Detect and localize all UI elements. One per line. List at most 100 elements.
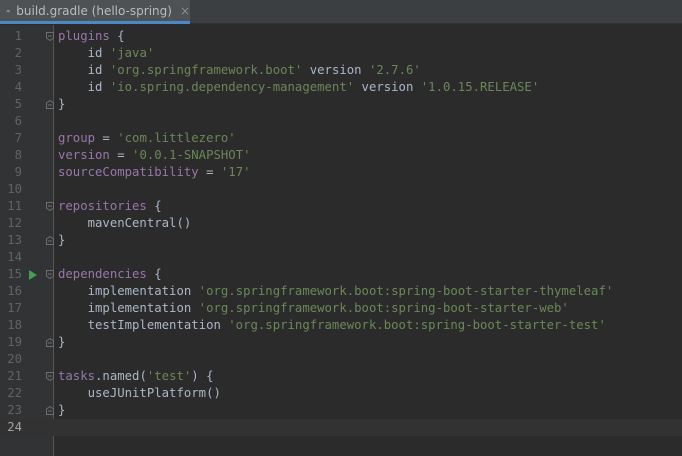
code-text: id 'io.spring.dependency-management' ver…	[58, 79, 540, 96]
code-line[interactable]: 7 group = 'com.littlezero'	[0, 130, 682, 147]
editor-tab-bar: build.gradle (hello-spring) ×	[0, 0, 682, 24]
line-number: 10	[7, 182, 22, 196]
code-line[interactable]: 4 id 'io.spring.dependency-management' v…	[0, 79, 682, 96]
line-number: 22	[7, 386, 22, 400]
line-number: 8	[14, 148, 22, 162]
code-token: =	[109, 148, 133, 162]
code-text: id 'java'	[58, 45, 155, 62]
identifier: plugins	[58, 29, 110, 43]
string-literal: 'test'	[146, 369, 192, 383]
code-token: =	[95, 131, 118, 145]
line-number: 12	[7, 216, 22, 230]
code-line[interactable]: 13}	[0, 232, 682, 249]
code-token: implementation	[58, 301, 199, 315]
code-text: }	[58, 96, 65, 113]
code-token: }	[58, 335, 66, 349]
code-text: implementation 'org.springframework.boot…	[58, 283, 614, 300]
code-token: implementation	[58, 284, 199, 298]
code-line[interactable]: 1 plugins {	[0, 28, 682, 45]
line-number: 6	[14, 114, 22, 128]
code-line[interactable]: 24	[0, 419, 682, 436]
line-number: 14	[7, 250, 22, 264]
line-number: 21	[7, 369, 22, 383]
code-line[interactable]: 3 id 'org.springframework.boot' version …	[0, 62, 682, 79]
code-line[interactable]: 15 dependencies {	[0, 266, 682, 283]
line-number: 7	[14, 131, 22, 145]
code-token: id	[58, 46, 110, 60]
code-line[interactable]: 8 version = '0.0.1-SNAPSHOT'	[0, 147, 682, 164]
code-text: group = 'com.littlezero'	[58, 130, 236, 147]
string-literal: 'io.spring.dependency-management'	[109, 80, 355, 94]
string-literal: 'org.springframework.boot:spring-boot-st…	[198, 284, 614, 298]
fold-open-icon[interactable]	[46, 202, 54, 211]
line-number: 13	[7, 233, 22, 247]
identifier: version	[58, 148, 110, 162]
fold-close-icon[interactable]	[46, 236, 54, 245]
code-line[interactable]: 14	[0, 249, 682, 266]
code-line[interactable]: 5}	[0, 96, 682, 113]
code-token: version	[302, 63, 369, 77]
code-token: {	[146, 199, 162, 213]
fold-close-icon[interactable]	[46, 406, 54, 415]
code-line[interactable]: 10	[0, 181, 682, 198]
code-line[interactable]: 2 id 'java'	[0, 45, 682, 62]
string-literal: 'org.springframework.boot:spring-boot-st…	[198, 301, 569, 315]
code-text: plugins {	[58, 28, 125, 45]
string-literal: '0.0.1-SNAPSHOT'	[132, 148, 251, 162]
code-line[interactable]: 17 implementation 'org.springframework.b…	[0, 300, 682, 317]
code-text: implementation 'org.springframework.boot…	[58, 300, 569, 317]
line-number: 3	[14, 63, 22, 77]
run-gutter-icon[interactable]	[28, 270, 37, 280]
code-line[interactable]: 6	[0, 113, 682, 130]
code-line[interactable]: 9 sourceCompatibility = '17'	[0, 164, 682, 181]
string-literal: '1.0.15.RELEASE'	[420, 80, 540, 94]
line-number: 4	[14, 80, 22, 94]
code-token: mavenCentral()	[58, 216, 192, 230]
line-number: 9	[14, 165, 22, 179]
code-lines: 1 plugins {2 id 'java' 3 id 'org.springfra…	[0, 28, 682, 436]
line-number: 23	[7, 403, 22, 417]
identifier: group	[58, 131, 96, 145]
fold-open-icon[interactable]	[46, 270, 54, 279]
code-editor[interactable]: 1 plugins {2 id 'java' 3 id 'org.springfra…	[0, 25, 682, 456]
code-text: useJUnitPlatform()	[58, 385, 221, 402]
code-text: dependencies {	[58, 266, 162, 283]
identifier: sourceCompatibility	[58, 165, 199, 179]
fold-open-icon[interactable]	[46, 32, 54, 41]
code-line[interactable]: 16 implementation 'org.springframework.b…	[0, 283, 682, 300]
code-text: id 'org.springframework.boot' version '2…	[58, 62, 421, 79]
code-line[interactable]: 21 tasks.named('test') {	[0, 368, 682, 385]
code-line[interactable]: 22 useJUnitPlatform()	[0, 385, 682, 402]
code-line[interactable]: 18 testImplementation 'org.springframewo…	[0, 317, 682, 334]
code-text: testImplementation 'org.springframework.…	[58, 317, 606, 334]
line-number: 1	[14, 29, 22, 43]
code-text: }	[58, 402, 65, 419]
code-text: version = '0.0.1-SNAPSHOT'	[58, 147, 251, 164]
code-text: mavenCentral()	[58, 215, 192, 232]
string-literal: '2.7.6'	[368, 63, 421, 77]
line-number: 5	[14, 97, 22, 111]
tab-build-gradle[interactable]: build.gradle (hello-spring) ×	[0, 0, 190, 24]
code-line[interactable]: 11 repositories {	[0, 198, 682, 215]
code-text: repositories {	[58, 198, 162, 215]
fold-close-icon[interactable]	[46, 338, 54, 347]
code-line[interactable]: 20	[0, 351, 682, 368]
code-text: }	[58, 232, 65, 249]
fold-close-icon[interactable]	[46, 100, 54, 109]
code-token: testImplementation	[58, 318, 229, 332]
code-line[interactable]: 19}	[0, 334, 682, 351]
gradle-elephant-icon	[6, 9, 10, 12]
code-text: }	[58, 334, 65, 351]
code-line[interactable]: 12 mavenCentral()	[0, 215, 682, 232]
code-text: tasks.named('test') {	[58, 368, 214, 385]
fold-open-icon[interactable]	[46, 372, 54, 381]
line-number: 17	[7, 301, 22, 315]
line-number: 24	[7, 420, 22, 434]
code-token: .named(	[95, 369, 147, 383]
line-number: 20	[7, 352, 22, 366]
line-number: 19	[7, 335, 22, 349]
close-icon[interactable]: ×	[180, 4, 190, 18]
string-literal: '17'	[220, 165, 251, 179]
code-token: {	[146, 267, 162, 281]
code-line[interactable]: 23}	[0, 402, 682, 419]
